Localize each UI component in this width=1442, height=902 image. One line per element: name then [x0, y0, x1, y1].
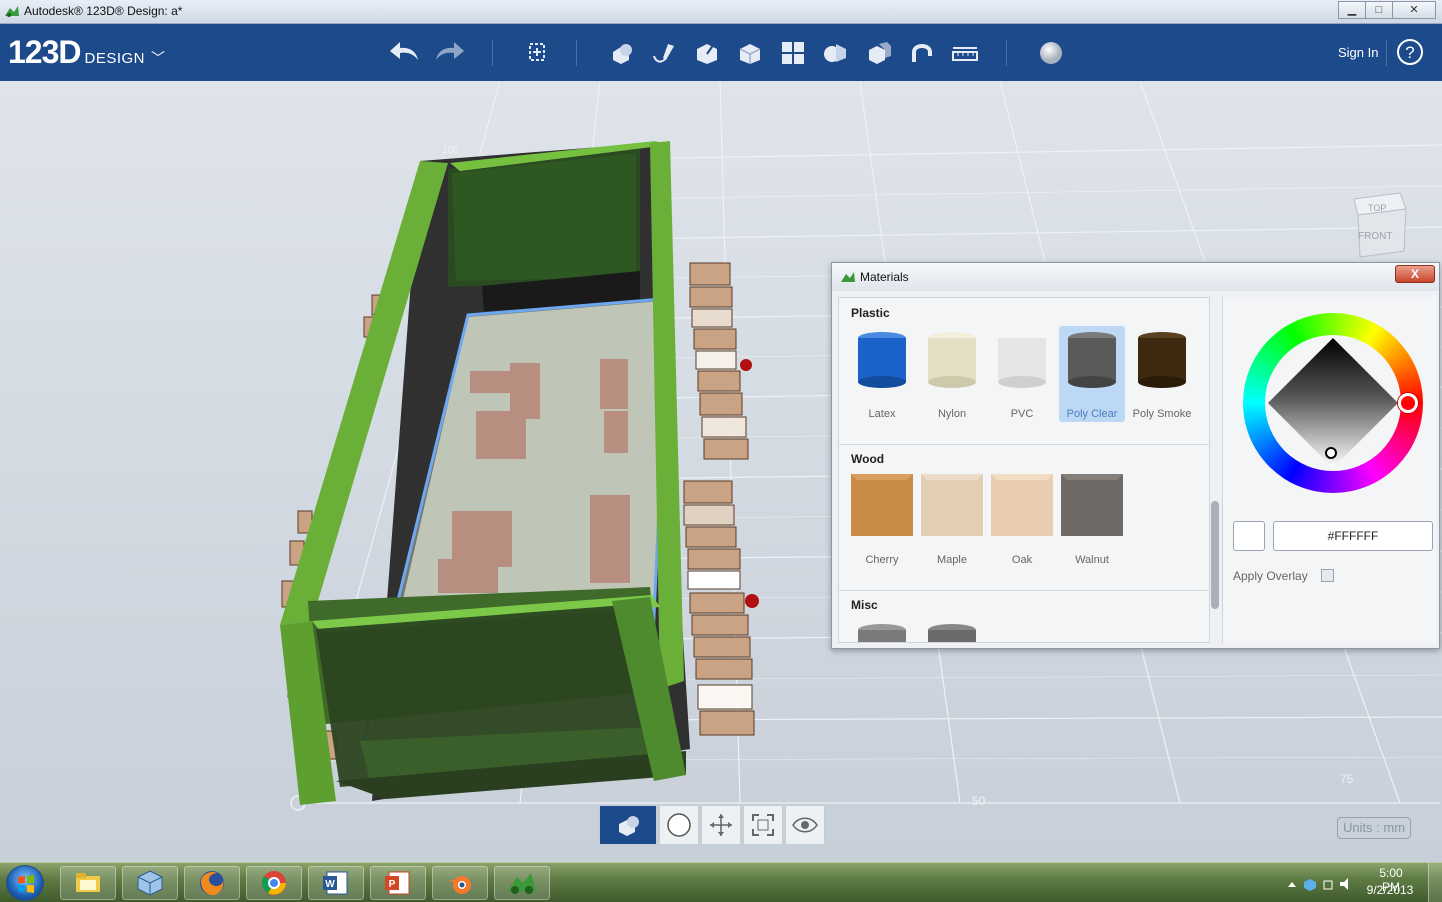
word-icon[interactable]: W [308, 866, 364, 900]
volume-icon [1340, 878, 1348, 890]
clock-date[interactable]: 9/2/2013 [1363, 883, 1417, 897]
solid-view-icon[interactable] [599, 805, 657, 845]
material-poly-clear[interactable]: Poly Clear [1059, 326, 1125, 422]
hue-selector-handle[interactable] [1398, 393, 1418, 413]
material-nylon[interactable]: Nylon [919, 326, 985, 422]
section-header: Misc [851, 598, 878, 612]
material-list[interactable]: Plastic Latex Nylon PVC Poly Clear Poly … [838, 297, 1210, 643]
material-label: Latex [868, 408, 896, 420]
apply-overlay-label: Apply Overlay [1233, 569, 1308, 583]
sketch-icon[interactable] [647, 36, 681, 70]
material-label: Maple [937, 554, 967, 566]
modify-icon[interactable] [733, 36, 767, 70]
logo-sub: DESIGN [84, 50, 146, 67]
app-menu-button[interactable]: 123D DESIGN ﹀ [8, 34, 165, 71]
material-label: Poly Clear [1066, 408, 1118, 420]
material-cherry[interactable]: Cherry [849, 472, 915, 568]
grid-label: 75 [1340, 772, 1354, 786]
show-hidden-icons-icon [1288, 882, 1296, 887]
fit-view-icon[interactable] [743, 805, 783, 845]
materials-panel: Materials X Plastic Latex Nylon PVC Poly… [831, 262, 1440, 649]
color-wheel[interactable] [1243, 313, 1423, 493]
material-label: Cherry [865, 554, 899, 566]
section-header: Wood [851, 452, 885, 466]
materials-titlebar[interactable]: Materials X [832, 263, 1439, 291]
close-icon[interactable]: ✕ [1392, 1, 1436, 19]
pattern-icon[interactable] [776, 36, 810, 70]
help-icon[interactable]: ? [1396, 38, 1424, 66]
material-latex[interactable]: Latex [849, 326, 915, 422]
view-cube[interactable]: TOP FRONT [1350, 181, 1410, 261]
app-toolbar: 123D DESIGN ﹀ Sign In ? [0, 24, 1442, 81]
material-label: PVC [1010, 408, 1034, 420]
materials-title: Materials [860, 270, 909, 284]
123d-app-icon [5, 6, 19, 17]
grid-label: 100 [442, 145, 459, 156]
material-oak[interactable]: Oak [989, 472, 1055, 568]
transform-icon[interactable] [520, 36, 554, 70]
123d-app-icon [841, 272, 855, 282]
measure-icon[interactable] [948, 36, 982, 70]
material-pvc[interactable]: PVC [989, 326, 1055, 422]
material-misc-2[interactable] [919, 618, 985, 642]
snap-icon[interactable] [905, 36, 939, 70]
pan-orbit-icon[interactable] [701, 805, 741, 845]
show-desktop-button[interactable] [1428, 863, 1442, 902]
maximize-icon[interactable]: □ [1365, 1, 1393, 19]
redo-icon[interactable] [432, 36, 466, 70]
section-header: Plastic [851, 306, 890, 320]
svg-text:?: ? [1405, 43, 1414, 62]
dropbox-icon [1304, 879, 1316, 891]
viewcube-front-label: FRONT [1358, 231, 1392, 242]
construct-icon[interactable] [690, 36, 724, 70]
grouping-icon[interactable] [819, 36, 853, 70]
color-swatch[interactable] [1233, 521, 1265, 551]
units-button[interactable]: Units : mm [1337, 817, 1411, 839]
combine-icon[interactable] [862, 36, 896, 70]
material-label: Walnut [1075, 554, 1109, 566]
primitives-icon[interactable] [604, 36, 638, 70]
3d-model[interactable] [280, 141, 759, 805]
start-button[interactable] [6, 865, 44, 901]
material-poly-smoke[interactable]: Poly Smoke [1129, 326, 1195, 422]
chrome-icon[interactable] [246, 866, 302, 900]
material-icon[interactable] [1034, 36, 1068, 70]
material-label: Oak [1011, 554, 1033, 566]
network-icon [1323, 880, 1333, 890]
grid-label: 50 [972, 794, 986, 808]
windows-taskbar: W P [0, 862, 1442, 902]
material-walnut[interactable]: Walnut [1059, 472, 1125, 568]
windows-logo-icon [18, 875, 34, 893]
chevron-down-icon: ﹀ [151, 50, 166, 66]
system-tray[interactable] [1284, 875, 1354, 893]
material-list-scrollbar[interactable] [1211, 501, 1219, 609]
virtualbox-icon[interactable] [122, 866, 178, 900]
material-label: Poly Smoke [1132, 408, 1192, 420]
close-button[interactable]: X [1395, 265, 1435, 283]
windows-explorer-icon[interactable] [60, 866, 116, 900]
apply-overlay-checkbox[interactable] [1321, 569, 1334, 582]
color-selector-handle[interactable] [1325, 447, 1337, 459]
material-label: Nylon [937, 408, 967, 420]
undo-icon[interactable] [388, 36, 422, 70]
visibility-icon[interactable] [785, 805, 825, 845]
blender-icon[interactable] [432, 866, 488, 900]
svg-text:P: P [389, 879, 396, 890]
color-picker-pane: #FFFFFF Apply Overlay [1222, 297, 1436, 643]
material-view-icon[interactable] [659, 805, 699, 845]
minimize-icon[interactable]: ▁ [1338, 1, 1366, 19]
view-toolbar [599, 805, 825, 845]
material-maple[interactable]: Maple [919, 472, 985, 568]
window-titlebar: Autodesk® 123D® Design: a* ▁ □ ✕ [0, 0, 1442, 24]
svg-text:W: W [325, 879, 335, 890]
window-title: Autodesk® 123D® Design: a* [24, 4, 183, 18]
powerpoint-icon[interactable]: P [370, 866, 426, 900]
123d-design-icon[interactable] [494, 866, 550, 900]
viewcube-top-label: TOP [1368, 203, 1386, 213]
logo-main: 123D [8, 34, 81, 70]
firefox-icon[interactable] [184, 866, 240, 900]
sign-in-link[interactable]: Sign In [1338, 45, 1378, 60]
material-misc-1[interactable] [849, 618, 915, 642]
hex-color-input[interactable]: #FFFFFF [1273, 521, 1433, 551]
